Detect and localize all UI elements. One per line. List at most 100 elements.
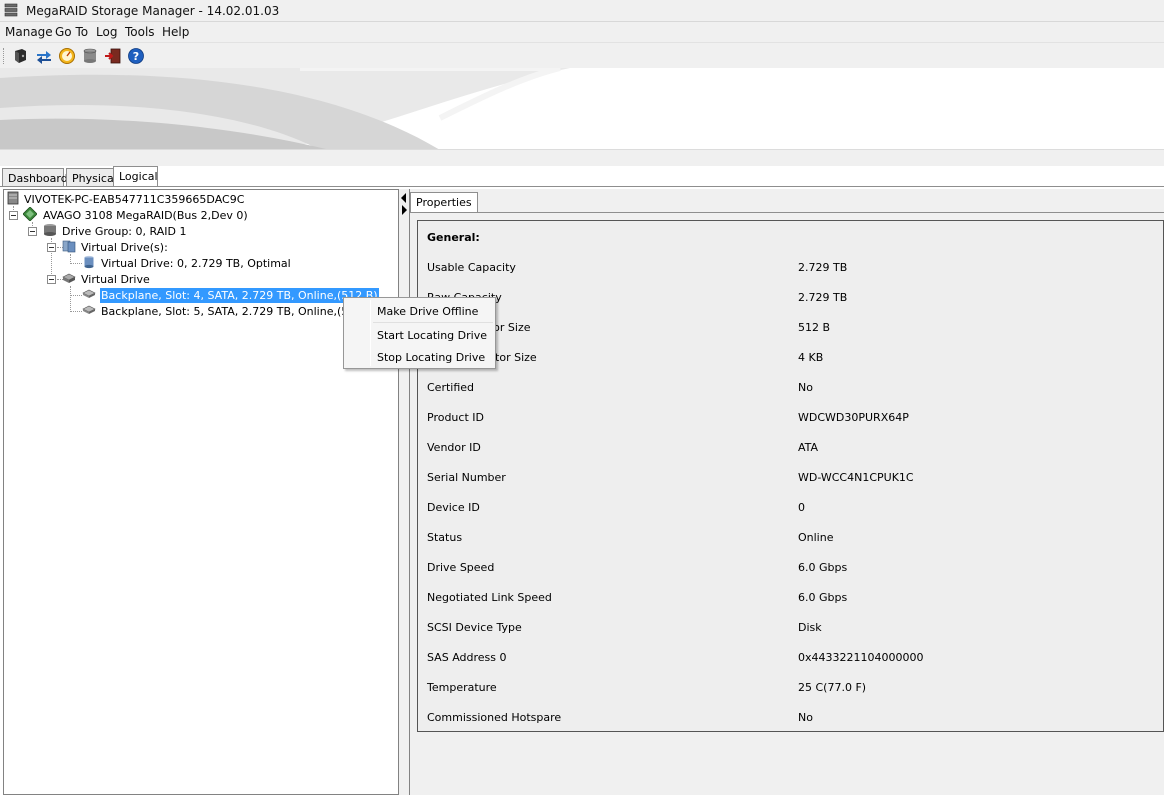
tree-connector (70, 311, 82, 312)
menu-log[interactable]: Log (96, 25, 117, 39)
property-key: SCSI Device Type (427, 621, 522, 634)
property-row: Physical Sector Size4 KB (418, 351, 1164, 381)
property-value: 0x4433221104000000 (798, 651, 924, 664)
hard-disk-icon (82, 305, 96, 314)
app-storage-icon (4, 3, 18, 17)
menu-item-label: Make Drive Offline (377, 305, 479, 318)
pane-splitter[interactable] (399, 189, 409, 795)
menu-bar: Manage Go To Log Tools Help (0, 22, 1164, 42)
property-key: Certified (427, 381, 475, 394)
tree-expander[interactable] (47, 243, 56, 252)
tree-expander[interactable] (47, 275, 56, 284)
server-icon (7, 191, 19, 205)
property-key: Device ID (427, 501, 480, 514)
property-key: Temperature (427, 681, 497, 694)
property-row: Product ID WDCWD30PURX64P (418, 411, 1164, 441)
property-value: 512 B (798, 321, 831, 334)
menu-manage[interactable]: Manage (5, 25, 53, 39)
tree-node-virtual-drives[interactable]: Virtual Drive(s): (62, 239, 182, 255)
logical-tree-panel: VIVOTEK-PC-EAB547711C359665DAC9C AVAGO 3… (3, 189, 399, 795)
tree-label-virtual-drive-0: Virtual Drive: 0, 2.729 TB, Optimal (101, 257, 291, 270)
tree-node-controller[interactable]: AVAGO 3108 MegaRAID(Bus 2,Dev 0) (23, 207, 263, 223)
property-row: Usable Capacity 2.729 TB (418, 261, 1164, 291)
drive-group-icon (44, 224, 56, 236)
svg-text:?: ? (133, 50, 139, 63)
property-row: Raw Capacity2.729 TB (418, 291, 1164, 321)
banner-swoosh-graphic (0, 68, 1164, 149)
tree-label-virtual-drive-folder: Virtual Drive (81, 273, 150, 286)
property-value: Online (798, 531, 834, 544)
tree-label-disk-slot-5: Backplane, Slot: 5, SATA, 2.729 TB, Onli… (101, 305, 378, 318)
property-value: No (798, 381, 813, 394)
property-value: 2.729 TB (798, 291, 848, 304)
property-row: SAS Address 0 0x4433221104000000 (418, 651, 1164, 681)
tree-expander[interactable] (9, 211, 18, 220)
collapse-left-icon[interactable] (401, 193, 406, 203)
exit-icon[interactable] (104, 47, 122, 65)
property-value: Disk (798, 621, 822, 634)
tab-physical[interactable]: Physical (66, 168, 117, 187)
database-icon[interactable] (81, 47, 99, 65)
property-value: 0 (798, 501, 805, 514)
tab-divider (0, 186, 1164, 187)
tree-label-drive-group: Drive Group: 0, RAID 1 (62, 225, 187, 238)
property-row: Drive Speed 6.0 Gbps (418, 561, 1164, 591)
tree-node-host[interactable]: VIVOTEK-PC-EAB547711C359665DAC9C (6, 191, 286, 207)
context-menu: Make Drive Offline Start Locating Drive … (343, 297, 496, 369)
help-icon[interactable]: ? (127, 47, 145, 65)
property-key: Drive Speed (427, 561, 495, 574)
tab-dashboard[interactable]: Dashboard (2, 168, 68, 187)
window-title: MegaRAID Storage Manager - 14.02.01.03 (26, 4, 280, 18)
banner-strip (0, 150, 1164, 166)
gauge-icon[interactable] (58, 47, 76, 65)
tree-node-disk-slot-4[interactable]: Backplane, Slot: 4, SATA, 2.729 TB, Onli… (82, 287, 382, 303)
property-row: Certified No (418, 381, 1164, 411)
property-value: WDCWD30PURX64P (798, 411, 909, 424)
menu-item-label: Stop Locating Drive (377, 351, 486, 364)
properties-box: General: Usable Capacity 2.729 TB Raw Cap… (417, 220, 1164, 732)
tree-label-virtual-drives: Virtual Drive(s): (81, 241, 168, 254)
tree-node-drive-group[interactable]: Drive Group: 0, RAID 1 (43, 223, 203, 239)
menu-help[interactable]: Help (162, 25, 189, 39)
controller-icon[interactable] (12, 47, 30, 65)
property-row: SCSI Device Type Disk (418, 621, 1164, 651)
context-menu-separator (373, 322, 493, 323)
tree-node-disk-slot-5[interactable]: Backplane, Slot: 5, SATA, 2.729 TB, Onli… (82, 303, 382, 319)
menu-item-stop-locating-drive[interactable]: Stop Locating Drive (346, 346, 493, 368)
property-row: Logical Sector Size512 B (418, 321, 1164, 351)
tree-connector (70, 286, 71, 312)
banner (0, 68, 1164, 150)
property-value: 4 KB (798, 351, 824, 364)
property-row: Temperature 25 C(77.0 F) (418, 681, 1164, 711)
controller-chip-icon (23, 207, 37, 221)
tree-label-controller: AVAGO 3108 MegaRAID(Bus 2,Dev 0) (43, 209, 248, 222)
collapse-right-icon[interactable] (402, 205, 407, 215)
menu-go-to[interactable]: Go To (55, 25, 88, 39)
property-key: Serial Number (427, 471, 506, 484)
property-key: Product ID (427, 411, 484, 424)
tree-node-virtual-drive-0[interactable]: Virtual Drive: 0, 2.729 TB, Optimal (82, 255, 292, 271)
property-key: Vendor ID (427, 441, 481, 454)
title-bar: MegaRAID Storage Manager - 14.02.01.03 (0, 0, 1164, 22)
tree-connector (70, 295, 82, 296)
property-key: Negotiated Link Speed (427, 591, 552, 604)
menu-item-make-drive-offline[interactable]: Make Drive Offline (346, 300, 493, 322)
property-value: ATA (798, 441, 819, 454)
property-key: Status (427, 531, 463, 544)
property-value: 6.0 Gbps (798, 591, 848, 604)
properties-tab-divider (410, 212, 1164, 213)
property-key: Usable Capacity (427, 261, 516, 274)
tree-expander[interactable] (28, 227, 37, 236)
toolbar: ? (0, 42, 1164, 68)
menu-item-start-locating-drive[interactable]: Start Locating Drive (346, 324, 493, 346)
menu-item-label: Start Locating Drive (377, 329, 487, 342)
property-row: Vendor ID ATA (418, 441, 1164, 471)
refresh-icon[interactable] (35, 47, 53, 65)
property-row: Negotiated Link Speed 6.0 Gbps (418, 591, 1164, 621)
menu-tools[interactable]: Tools (125, 25, 155, 39)
tree-node-virtual-drive-folder[interactable]: Virtual Drive (62, 271, 182, 287)
tab-properties[interactable]: Properties (410, 192, 478, 213)
tab-logical[interactable]: Logical (113, 166, 158, 187)
property-key: Commissioned Hotspare (427, 711, 562, 724)
tree-label-disk-slot-4: Backplane, Slot: 4, SATA, 2.729 TB, Onli… (100, 288, 379, 303)
